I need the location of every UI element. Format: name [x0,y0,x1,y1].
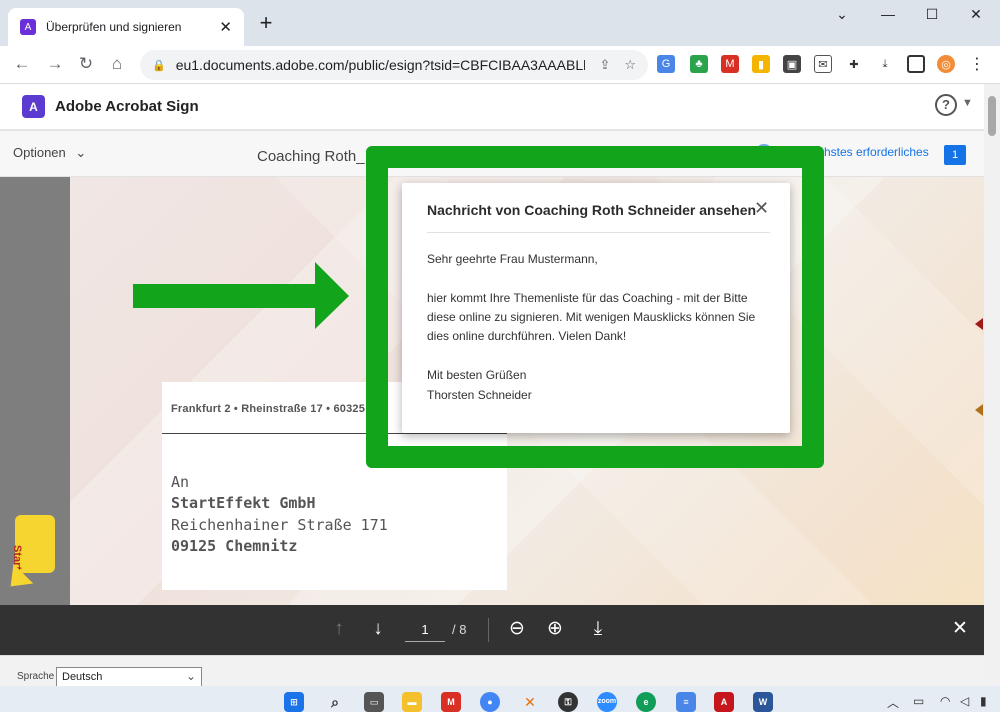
popup-divider [427,232,770,233]
side-panel-icon[interactable] [907,55,925,73]
address-company: StartEffekt GmbH [171,494,316,512]
profile-avatar[interactable]: ◎ [937,55,955,73]
previous-page-icon[interactable]: ↑ [327,619,351,639]
acrobat-taskbar-icon[interactable]: A [714,692,734,712]
start-flag-button[interactable]: Start [11,515,55,573]
toolbar-divider [488,618,489,642]
green-arrow-annotation [133,262,349,329]
maximize-icon[interactable]: ☐ [922,6,942,23]
back-icon[interactable]: ← [11,54,33,74]
help-icon[interactable]: ? [935,94,957,116]
app-x-taskbar-icon[interactable]: ✕ [520,692,540,712]
share-icon[interactable]: ⇪ [599,57,610,73]
popup-greeting: Sehr geehrte Frau Mustermann, [427,252,598,266]
document-title: Coaching Roth_ [257,148,365,165]
download-document-icon[interactable]: ⤓ [586,619,610,639]
minimize-icon[interactable]: — [878,6,898,22]
notes-taskbar-icon[interactable]: ≡ [676,692,696,712]
options-menu[interactable]: Optionen ⌄ [13,145,86,161]
help-chevron-down-icon[interactable]: ▼ [962,97,973,109]
bookmark-star-icon[interactable]: ☆ [624,57,636,73]
gmail-extension-icon[interactable]: M [721,55,739,73]
download-icon[interactable]: ⤓ [876,55,894,73]
page-marker [975,318,983,330]
next-required-link[interactable]: chstes erforderliches [818,145,929,159]
popup-signature: Thorsten Schneider [427,388,532,402]
battery-icon[interactable]: ▮ [980,694,987,708]
reload-icon[interactable]: ↻ [75,54,97,74]
acrobat-logo-icon: A [22,95,45,118]
page-navigation-bar: ↑ ↓ 1 / 8 ⊖ ⊕ ⤓ ✕ [0,605,984,655]
chrome-menu-icon[interactable]: ⋮ [968,55,986,73]
browser-toolbar: ← → ↻ ⌂ 🔒 eu1.documents.adobe.com/public… [0,46,1000,84]
app-header: A Adobe Acrobat Sign ? ▼ [0,84,984,130]
sender-line: Frankfurt 2 • Rheinstraße 17 • 60325 Fra… [171,403,371,415]
tray-display-icon[interactable]: ▭ [913,694,924,708]
popup-body-line1: hier kommt Ihre Themenliste für das Coac… [427,291,748,305]
file-explorer-icon[interactable]: ▬ [402,692,422,712]
chrome-taskbar-icon[interactable]: ● [480,692,500,712]
wifi-icon[interactable]: ◠ [940,694,950,708]
tab-title: Überprüfen und signieren [46,20,182,34]
address-prefix: An [171,473,190,491]
window-collapse-icon[interactable]: ⌄ [832,6,852,23]
word-taskbar-icon[interactable]: W [753,692,773,712]
browser-tab-strip: A Überprüfen und signieren ✕ + ⌄ — ☐ ✕ [0,0,1000,46]
acrobat-favicon-icon: A [20,19,36,35]
page-total: / 8 [452,622,467,637]
page-number-input[interactable]: 1 [405,620,445,642]
close-window-icon[interactable]: ✕ [966,6,986,23]
close-tab-icon[interactable]: ✕ [219,18,232,36]
gmail-taskbar-icon[interactable]: M [441,692,461,712]
lock-icon[interactable]: 🔒 [152,59,166,72]
windows-start-icon[interactable]: ⊞ [284,692,304,712]
volume-icon[interactable]: ◁ [960,694,969,708]
close-toolbar-icon[interactable]: ✕ [948,619,972,639]
page-marker [975,404,983,416]
new-tab-button[interactable]: + [256,12,276,34]
next-page-icon[interactable]: ↓ [366,619,390,639]
address-bar[interactable]: 🔒 eu1.documents.adobe.com/public/esign?t… [140,50,648,80]
windows-taskbar: ⊞ ⌕ ▭ ▬ M ● ✕ ⚿ zoom e ≡ A W ︿ ▭ ◠ ◁ ▮ [0,686,1000,712]
language-label: Sprache [17,671,55,682]
message-popup: Nachricht von Coaching Roth Schneider an… [402,183,790,433]
translate-extension-icon[interactable]: G [657,55,675,73]
save-extension-icon[interactable]: ▣ [783,55,801,73]
address-city: 09125 Chemnitz [171,537,298,555]
popup-body-line3: dies online durchführen. Vielen Dank! [427,329,627,343]
home-icon[interactable]: ⌂ [106,54,128,74]
zoom-in-icon[interactable]: ⊕ [543,619,567,639]
edge-taskbar-icon[interactable]: e [636,692,656,712]
page-scrollbar[interactable] [984,84,1000,686]
chevron-down-icon: ⌄ [185,669,196,683]
lock-app-taskbar-icon[interactable]: ⚿ [558,692,578,712]
evernote-extension-icon[interactable]: ♣ [690,55,708,73]
scrollbar-thumb[interactable] [988,96,996,136]
app-name: Adobe Acrobat Sign [55,98,199,115]
extensions-puzzle-icon[interactable]: ✚ [845,55,863,73]
task-view-icon[interactable]: ▭ [364,692,384,712]
popup-body-line2: diese online zu signieren. Mit wenigen M… [427,310,756,324]
tray-chevron-icon[interactable]: ︿ [887,694,899,711]
popup-closing: Mit besten Grüßen [427,368,527,382]
url-text: eu1.documents.adobe.com/public/esign?tsi… [175,57,586,73]
language-value: Deutsch [62,671,103,683]
zoom-out-icon[interactable]: ⊖ [505,619,529,639]
popup-title: Nachricht von Coaching Roth Schneider an… [427,202,757,218]
mail-extension-icon[interactable]: ✉ [814,55,832,73]
footer: Sprache Deutsch ⌄ [0,655,984,687]
keep-extension-icon[interactable]: ▮ [752,55,770,73]
address-street: Reichenhainer Straße 171 [171,516,388,534]
chevron-down-icon: ⌄ [75,145,87,160]
search-icon[interactable]: ⌕ [325,692,345,712]
close-icon[interactable]: ✕ [754,198,769,219]
language-select[interactable]: Deutsch ⌄ [56,667,202,687]
zoom-taskbar-icon[interactable]: zoom [597,692,617,712]
options-label: Optionen [13,145,66,160]
next-required-count-badge: 1 [944,145,966,165]
forward-icon[interactable]: → [44,54,66,74]
browser-tab[interactable]: A Überprüfen und signieren ✕ [8,8,244,46]
